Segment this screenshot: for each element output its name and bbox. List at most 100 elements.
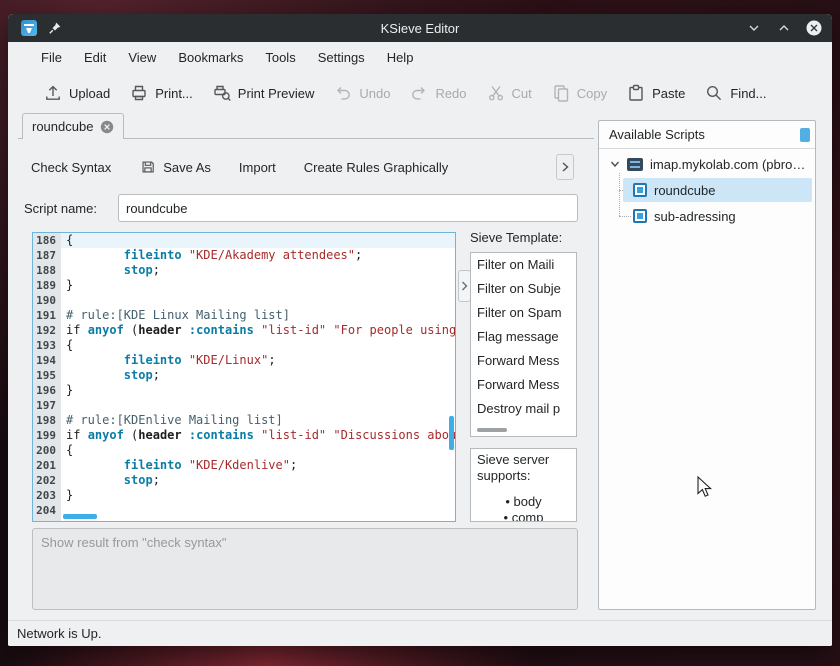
script-label: sub-adressing xyxy=(654,209,736,224)
sieve-template-list: Filter on Maili Filter on Subje Filter o… xyxy=(470,252,577,437)
script-name-row: Script name: xyxy=(24,194,578,222)
import-button[interactable]: Import xyxy=(230,156,285,179)
ksieve-editor-window: KSieve Editor File Edit View Bookmarks T… xyxy=(8,14,832,646)
menu-item-view[interactable]: View xyxy=(117,42,167,73)
script-editor[interactable]: 186{187 fileinto "KDE/Akademy attendees"… xyxy=(32,232,456,522)
upload-icon xyxy=(42,82,64,104)
line-number: 201 xyxy=(33,458,61,473)
code-line: 194 fileinto "KDE/Linux"; xyxy=(33,353,455,368)
redo-button[interactable]: Redo xyxy=(402,79,472,107)
line-number: 192 xyxy=(33,323,61,338)
server-supports-panel: Sieve server supports: body comp xyxy=(470,448,577,522)
desktop-background: KSieve Editor File Edit View Bookmarks T… xyxy=(0,0,840,666)
menu-item-settings[interactable]: Settings xyxy=(307,42,376,73)
find-button[interactable]: Find... xyxy=(697,79,772,107)
sieve-template-label: Sieve Template: xyxy=(470,230,580,245)
minimize-button[interactable] xyxy=(745,19,763,37)
paste-button[interactable]: Paste xyxy=(619,79,691,107)
template-item[interactable]: Filter on Spam xyxy=(471,301,576,325)
tab-close-icon[interactable] xyxy=(100,120,114,134)
title-bar[interactable]: KSieve Editor xyxy=(8,14,832,42)
actions-overflow-button[interactable] xyxy=(556,154,574,180)
line-number: 202 xyxy=(33,473,61,488)
template-item[interactable]: Destroy mail p xyxy=(471,397,576,421)
server-label: imap.mykolab.com (pbro… xyxy=(650,157,805,172)
code-line: 203} xyxy=(33,488,455,503)
template-item[interactable]: Flag message xyxy=(471,325,576,349)
menu-item-bookmarks[interactable]: Bookmarks xyxy=(167,42,254,73)
syntax-result-area[interactable]: Show result from "check syntax" xyxy=(32,528,578,610)
code-line: 191# rule:[KDE Linux Mailing list] xyxy=(33,308,455,323)
tree-scrollbar-thumb[interactable] xyxy=(800,128,810,142)
line-number: 199 xyxy=(33,428,61,443)
tree-item-roundcube[interactable]: roundcube xyxy=(599,177,815,203)
code-lines: 186{187 fileinto "KDE/Akademy attendees"… xyxy=(33,233,455,522)
save-as-button[interactable]: Save As xyxy=(130,154,220,180)
template-item[interactable]: Forward Mess xyxy=(471,349,576,373)
tree-item-sub-adressing[interactable]: sub-adressing xyxy=(599,203,815,229)
collapse-arrow-icon[interactable] xyxy=(609,158,621,170)
mouse-cursor xyxy=(697,476,713,498)
script-name-label: Script name: xyxy=(24,201,118,216)
code-line: 192if anyof (header :contains "list-id" … xyxy=(33,323,455,338)
cut-button[interactable]: Cut xyxy=(479,79,538,107)
template-item[interactable]: Filter on Maili xyxy=(471,253,576,277)
code-line: 196} xyxy=(33,383,455,398)
check-syntax-button[interactable]: Check Syntax xyxy=(22,156,120,179)
line-number: 195 xyxy=(33,368,61,383)
menu-item-file[interactable]: File xyxy=(30,42,73,73)
template-item[interactable]: Forward Mess xyxy=(471,373,576,397)
copy-icon xyxy=(550,82,572,104)
line-number: 198 xyxy=(33,413,61,428)
network-status-text: Network is Up. xyxy=(17,626,102,641)
line-number: 204 xyxy=(33,503,61,518)
line-number: 191 xyxy=(33,308,61,323)
menu-item-help[interactable]: Help xyxy=(376,42,425,73)
template-item[interactable]: Filter on Subje xyxy=(471,277,576,301)
line-number: 200 xyxy=(33,443,61,458)
print-button[interactable]: Print... xyxy=(122,79,199,107)
line-number: 186 xyxy=(33,233,61,248)
editor-horizontal-scrollbar[interactable] xyxy=(63,514,97,519)
redo-icon xyxy=(408,82,430,104)
close-button[interactable] xyxy=(805,19,823,37)
print-preview-icon xyxy=(211,82,233,104)
server-icon xyxy=(627,158,643,171)
capability-item: comp xyxy=(477,510,570,522)
tree-item-server[interactable]: imap.mykolab.com (pbro… xyxy=(599,151,815,177)
script-active-checkbox-icon[interactable] xyxy=(633,183,647,197)
script-label: roundcube xyxy=(654,183,715,198)
pin-icon[interactable] xyxy=(48,21,62,35)
menu-item-tools[interactable]: Tools xyxy=(254,42,306,73)
status-bar: Network is Up. xyxy=(8,620,832,646)
code-line: 198# rule:[KDEnlive Mailing list] xyxy=(33,413,455,428)
upload-button[interactable]: Upload xyxy=(36,79,116,107)
template-horizontal-scrollbar[interactable] xyxy=(477,428,507,432)
tab-roundcube[interactable]: roundcube xyxy=(22,113,124,139)
create-rules-graphically-button[interactable]: Create Rules Graphically xyxy=(295,156,458,179)
undo-icon xyxy=(332,82,354,104)
code-line: 186{ xyxy=(33,233,455,248)
code-line: 195 stop; xyxy=(33,368,455,383)
script-name-input[interactable] xyxy=(118,194,578,222)
available-scripts-panel: Available Scripts imap.mykolab.com (pbro… xyxy=(598,120,816,610)
menu-item-edit[interactable]: Edit xyxy=(73,42,117,73)
tool-bar: Upload Print... Print Preview Undo Redo … xyxy=(8,73,832,113)
code-line: 189} xyxy=(33,278,455,293)
panel-header: Available Scripts xyxy=(599,121,815,149)
chevron-right-icon xyxy=(559,160,571,174)
copy-button[interactable]: Copy xyxy=(544,79,613,107)
undo-button[interactable]: Undo xyxy=(326,79,396,107)
script-active-checkbox-icon[interactable] xyxy=(633,209,647,223)
code-line: 193{ xyxy=(33,338,455,353)
editor-vertical-scrollbar[interactable] xyxy=(449,416,454,450)
chevron-right-icon xyxy=(460,280,469,292)
print-preview-button[interactable]: Print Preview xyxy=(205,79,321,107)
maximize-button[interactable] xyxy=(775,19,793,37)
save-icon xyxy=(139,158,157,176)
menu-bar: File Edit View Bookmarks Tools Settings … xyxy=(8,42,832,73)
code-line: 202 stop; xyxy=(33,473,455,488)
code-line: 199if anyof (header :contains "list-id" … xyxy=(33,428,455,443)
code-line: 188 stop; xyxy=(33,263,455,278)
app-icon xyxy=(21,20,37,36)
